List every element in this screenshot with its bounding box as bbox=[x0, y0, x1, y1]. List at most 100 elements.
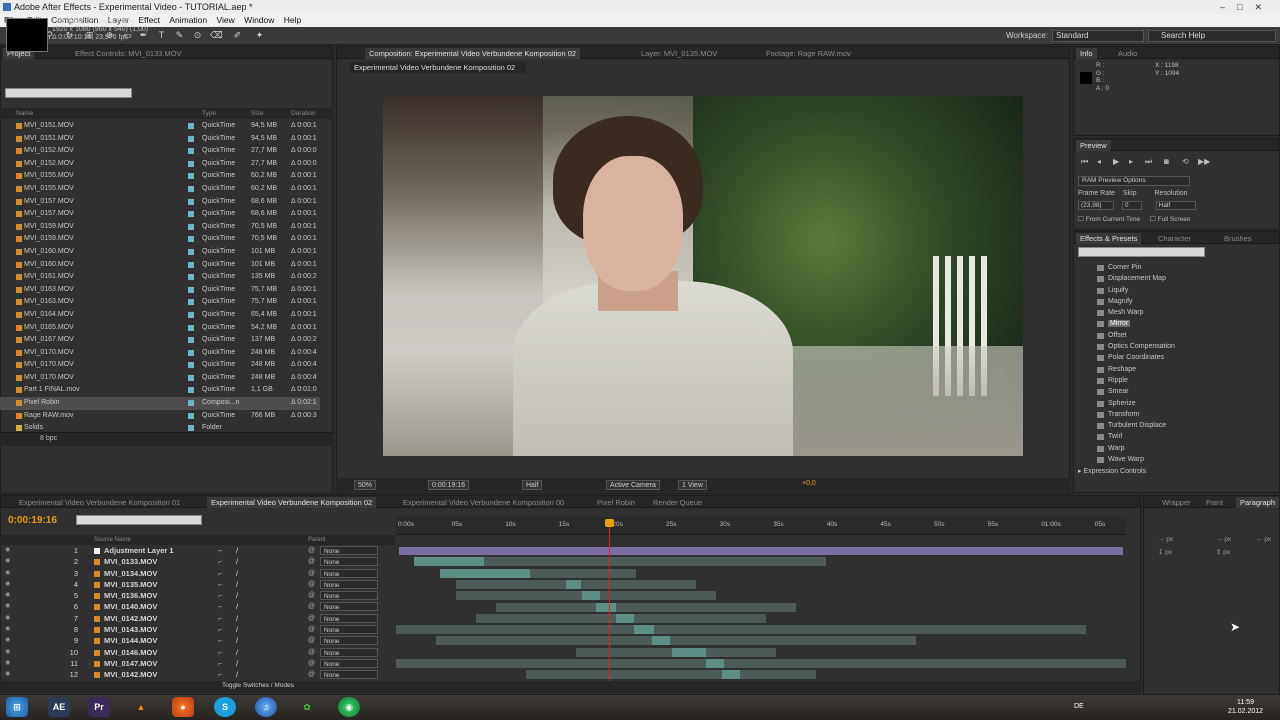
visibility-eye-icon[interactable]: ◉ bbox=[5, 669, 10, 680]
layer-active-segment[interactable] bbox=[652, 636, 670, 646]
pickwhip-icon[interactable]: @ bbox=[308, 579, 315, 590]
pickwhip-icon[interactable]: @ bbox=[308, 590, 315, 601]
shy-switch-icon[interactable]: ⌐ bbox=[218, 568, 222, 579]
layer-active-segment[interactable] bbox=[634, 625, 654, 635]
visibility-eye-icon[interactable]: ◉ bbox=[5, 601, 10, 612]
col-source-name[interactable]: Source Name bbox=[94, 535, 131, 545]
project-item-row[interactable]: Part 1 FINAL.mov QuickTime 1,1 GB Δ 0:01:0 bbox=[0, 384, 320, 397]
workspace-select[interactable]: Standard bbox=[1052, 30, 1144, 42]
pickwhip-icon[interactable]: @ bbox=[308, 635, 315, 646]
premiere-taskbar-icon[interactable]: Pr bbox=[88, 697, 110, 717]
close-button[interactable]: ✕ bbox=[1254, 2, 1274, 12]
project-item-row[interactable]: MVI_0170.MOV QuickTime 248 MB Δ 0:00:4 bbox=[0, 359, 320, 372]
pickwhip-icon[interactable]: @ bbox=[308, 624, 315, 635]
timeline-search-input[interactable] bbox=[76, 515, 202, 525]
project-item-row[interactable]: MVI_0159.MOV QuickTime 70,5 MB Δ 0:00:1 bbox=[0, 233, 320, 246]
clone-tool-icon[interactable]: ⊙ bbox=[192, 30, 203, 41]
layer-active-segment[interactable] bbox=[706, 659, 724, 668]
layer-name[interactable]: MVI_0134.MOV bbox=[104, 568, 157, 579]
layer-name[interactable]: MVI_0146.MOV bbox=[104, 647, 157, 658]
label-color-swatch[interactable] bbox=[188, 400, 194, 407]
ram-preview-options-select[interactable]: RAM Preview Options bbox=[1078, 176, 1190, 186]
label-color-swatch[interactable] bbox=[188, 160, 194, 167]
label-color-swatch[interactable] bbox=[188, 362, 194, 369]
full-screen-checkbox[interactable]: ☐ Full Screen bbox=[1150, 216, 1191, 223]
maximize-button[interactable]: □ bbox=[1237, 2, 1254, 12]
menu-help[interactable]: Help bbox=[284, 15, 301, 25]
layer-name[interactable]: MVI_0135.MOV bbox=[104, 579, 157, 590]
after-effects-taskbar-icon[interactable]: AE bbox=[48, 697, 70, 717]
project-item-row[interactable]: MVI_0155.MOV QuickTime 60,2 MB Δ 0:00:1 bbox=[0, 170, 320, 183]
tab-layer[interactable]: Layer: MVI_0135.MOV bbox=[637, 48, 721, 59]
search-help-input[interactable]: Search Help bbox=[1148, 30, 1276, 42]
label-color-swatch[interactable] bbox=[188, 123, 194, 129]
label-color-swatch[interactable] bbox=[188, 261, 194, 268]
project-item-row[interactable]: Pixel Robin Composi...n Δ 0:02:1 bbox=[0, 397, 320, 410]
quality-switch-icon[interactable]: / bbox=[236, 658, 238, 669]
layer-name[interactable]: MVI_0136.MOV bbox=[104, 590, 157, 601]
effect-item[interactable]: Spherize bbox=[1092, 398, 1262, 409]
layer-name[interactable]: MVI_0143.MOV bbox=[104, 624, 157, 635]
start-button-icon[interactable]: ⊞ bbox=[6, 697, 28, 717]
label-color-swatch[interactable] bbox=[188, 387, 194, 394]
effect-item[interactable]: Mesh Warp bbox=[1092, 307, 1262, 318]
layer-duration-bar[interactable] bbox=[396, 659, 1126, 668]
parent-select[interactable]: None bbox=[320, 613, 378, 623]
mute-audio-icon[interactable]: ◙ bbox=[1164, 157, 1169, 166]
shy-switch-icon[interactable]: ⌐ bbox=[218, 613, 222, 624]
parent-select[interactable]: None bbox=[320, 647, 378, 657]
tab-composition[interactable]: Composition: Experimental Video Verbunde… bbox=[365, 48, 581, 59]
tab-character[interactable]: Character bbox=[1154, 233, 1195, 244]
camera-select[interactable]: Active Camera bbox=[606, 480, 660, 490]
project-item-row[interactable]: MVI_0157.MOV QuickTime 68,6 MB Δ 0:00:1 bbox=[0, 196, 320, 209]
menu-view[interactable]: View bbox=[217, 15, 235, 25]
zoom-select[interactable]: 50% bbox=[354, 480, 377, 490]
tab-comp-02[interactable]: Experimental Video Verbundene Kompositio… bbox=[207, 497, 377, 508]
effect-item[interactable]: Reshape bbox=[1092, 364, 1262, 375]
quality-switch-icon[interactable]: / bbox=[236, 635, 238, 646]
effect-item[interactable]: Mirror bbox=[1092, 318, 1262, 329]
layer-row[interactable]: ◉ 2 MVI_0133.MOV ⌐ / @ None bbox=[0, 556, 395, 567]
label-color-swatch[interactable] bbox=[188, 248, 194, 255]
quality-switch-icon[interactable]: / bbox=[236, 647, 238, 658]
parent-select[interactable]: None bbox=[320, 579, 378, 589]
col-duration[interactable]: Duration bbox=[291, 108, 316, 119]
parent-select[interactable]: None bbox=[320, 546, 378, 555]
label-color-swatch[interactable] bbox=[188, 148, 194, 155]
layer-name[interactable]: Adjustment Layer 1 bbox=[104, 545, 174, 556]
shy-switch-icon[interactable]: ⌐ bbox=[218, 635, 222, 646]
label-color-swatch[interactable] bbox=[188, 286, 194, 293]
layer-duration-bar[interactable] bbox=[496, 602, 796, 612]
tab-audio[interactable]: Audio bbox=[1114, 48, 1141, 59]
effect-item[interactable]: Liquify bbox=[1092, 285, 1262, 296]
indent-right[interactable]: ← px bbox=[1256, 536, 1271, 543]
label-color-swatch[interactable] bbox=[188, 425, 194, 432]
label-color-swatch[interactable] bbox=[188, 412, 194, 419]
exposure-value[interactable]: +0,0 bbox=[802, 480, 816, 487]
layer-name[interactable]: MVI_0144.MOV bbox=[104, 635, 157, 646]
quality-switch-icon[interactable]: / bbox=[236, 579, 238, 590]
shy-switch-icon[interactable]: ⌐ bbox=[218, 647, 222, 658]
tab-paragraph[interactable]: Paragraph bbox=[1236, 497, 1280, 508]
layer-row[interactable]: ◉ 9 MVI_0144.MOV ⌐ / @ None bbox=[0, 635, 395, 646]
adjustment-layer-bar[interactable] bbox=[399, 547, 1123, 555]
layer-active-segment[interactable] bbox=[582, 591, 600, 601]
shy-switch-icon[interactable]: ⌐ bbox=[218, 556, 222, 567]
label-color-swatch[interactable] bbox=[188, 299, 194, 306]
skip-select[interactable]: 0 bbox=[1121, 201, 1142, 210]
layer-active-segment[interactable] bbox=[672, 647, 706, 657]
pickwhip-icon[interactable]: @ bbox=[308, 568, 315, 579]
tab-comp-01[interactable]: Experimental Video Verbundene Kompositio… bbox=[15, 497, 184, 508]
layer-active-segment[interactable] bbox=[616, 613, 634, 623]
system-clock[interactable]: 11:59 21.02.2012 bbox=[1228, 698, 1263, 716]
visibility-eye-icon[interactable]: ◉ bbox=[5, 624, 10, 635]
label-color-swatch[interactable] bbox=[188, 135, 194, 142]
project-item-row[interactable]: MVI_0151.MOV QuickTime 94,5 MB Δ 0:00:1 bbox=[0, 133, 320, 146]
project-search-input[interactable] bbox=[5, 88, 132, 98]
quality-switch-icon[interactable]: / bbox=[236, 556, 238, 567]
parent-select[interactable]: None bbox=[320, 658, 378, 668]
visibility-eye-icon[interactable]: ◉ bbox=[5, 635, 10, 646]
project-item-row[interactable]: MVI_0165.MOV QuickTime 54,2 MB Δ 0:00:1 bbox=[0, 322, 320, 335]
parent-select[interactable]: None bbox=[320, 568, 378, 578]
text-tool-icon[interactable]: T bbox=[156, 30, 167, 41]
